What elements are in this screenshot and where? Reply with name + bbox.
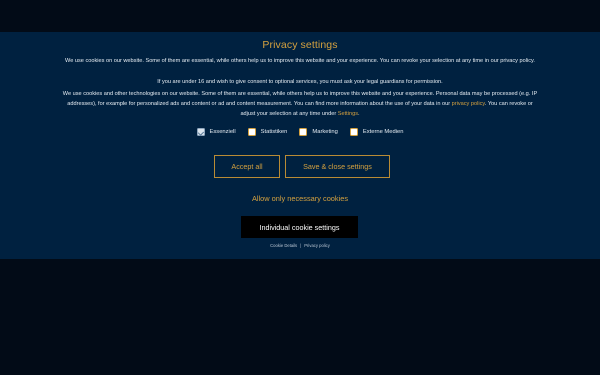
statistics-checkbox[interactable] bbox=[247, 128, 256, 136]
dialog-title: Privacy settings bbox=[262, 39, 338, 51]
accept-all-button[interactable]: Accept all bbox=[214, 155, 280, 178]
settings-link[interactable]: Settings bbox=[338, 111, 358, 117]
individual-cookie-settings-button[interactable]: Individual cookie settings bbox=[241, 216, 358, 238]
privacy-policy-link[interactable]: privacy policy bbox=[452, 101, 485, 107]
category-external-media[interactable]: Externe Medien bbox=[349, 128, 404, 136]
privacy-settings-dialog: Privacy settings We use cookies on our w… bbox=[0, 32, 600, 259]
external-media-checkbox[interactable] bbox=[349, 128, 358, 136]
category-label: Marketing bbox=[312, 129, 338, 135]
category-marketing[interactable]: Marketing bbox=[299, 128, 338, 136]
category-label: Statistiken bbox=[260, 129, 288, 135]
category-label: Essenziell bbox=[209, 129, 236, 135]
essential-checkbox bbox=[196, 128, 205, 136]
page-background bbox=[0, 259, 600, 375]
page-header-background bbox=[0, 0, 600, 32]
details-text: We use cookies and other technologies on… bbox=[60, 90, 540, 119]
under-16-notice: If you are under 16 and wish to give con… bbox=[157, 79, 443, 85]
marketing-checkbox[interactable] bbox=[299, 128, 308, 136]
save-close-settings-button[interactable]: Save & close settings bbox=[285, 155, 390, 178]
cookie-category-list: Essenziell Statistiken Marketing Externe… bbox=[0, 128, 600, 136]
category-essential: Essenziell bbox=[196, 128, 236, 136]
category-label: Externe Medien bbox=[362, 129, 404, 135]
allow-only-necessary-link[interactable]: Allow only necessary cookies bbox=[0, 194, 600, 203]
category-statistics[interactable]: Statistiken bbox=[247, 128, 288, 136]
dialog-footer-links: Cookie Details | Privacy policy bbox=[0, 243, 600, 248]
cookie-details-link[interactable]: Cookie Details bbox=[270, 243, 297, 248]
footer-privacy-policy-link[interactable]: Privacy policy bbox=[304, 243, 330, 248]
footer-separator: | bbox=[300, 243, 302, 248]
details-text-part-3: . bbox=[358, 110, 360, 117]
intro-text: We use cookies on our website. Some of t… bbox=[65, 58, 535, 64]
